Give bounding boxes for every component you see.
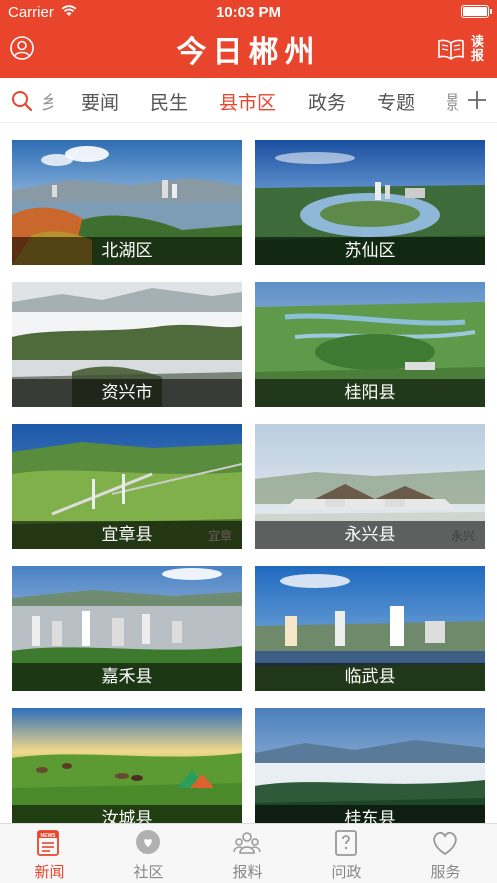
clock: 10:03 PM [215,4,282,21]
region-grid: 北湖区 苏仙区 资兴市 桂阳县 宜章县 永兴县 嘉禾县 临武县 汝城县 桂东县 [0,123,497,823]
tab-community[interactable]: 社区 [99,824,198,883]
battery-icon [461,5,492,18]
channel-tab-yaowen[interactable]: 要闻 [81,88,119,115]
channel-tab-partial-right[interactable]: 影 [446,88,458,115]
channel-bar: 乡 要闻 民生 县市区 政务 专题 影 [0,78,497,123]
channel-tab-zhuanti[interactable]: 专题 [377,88,415,115]
tab-label: 社区 [133,863,164,881]
region-caption: 宜章县 [12,521,242,549]
channel-tab-xianshiqu[interactable]: 县市区 [219,88,276,115]
open-book-icon [438,39,464,60]
region-tile-guidong[interactable]: 桂东县 [255,708,485,823]
channel-tab-zhengwu[interactable]: 政务 [308,88,346,115]
region-tile-guiyang[interactable]: 桂阳县 [255,282,485,407]
status-bar: Carrier 10:03 PM [0,0,497,24]
region-caption: 苏仙区 [255,237,485,265]
region-tile-jiahe[interactable]: 嘉禾县 [12,566,242,691]
people-icon [233,832,261,854]
app-header: Carrier 10:03 PM 今日郴州 读报 [0,0,497,78]
region-tile-suxian[interactable]: 苏仙区 [255,140,485,265]
region-caption: 桂阳县 [255,379,485,407]
region-tile-beihu[interactable]: 北湖区 [12,140,242,265]
tab-label: 问政 [331,863,362,881]
read-label: 读报 [471,35,485,64]
region-caption: 临武县 [255,663,485,691]
region-tile-yongxing[interactable]: 永兴 永兴县 [255,424,485,549]
tab-news[interactable]: NEWS 新闻 [0,824,99,883]
region-tile-rucheng[interactable]: 汝城县 [12,708,242,823]
region-caption: 永兴县 [255,521,485,549]
region-caption: 北湖区 [12,237,242,265]
read-newspaper-button[interactable]: 读报 [437,36,487,64]
region-caption: 桂东县 [255,805,485,823]
region-caption: 嘉禾县 [12,663,242,691]
add-channel-icon[interactable] [467,90,487,110]
tab-label: 新闻 [34,863,65,881]
chat-bubble-icon [136,830,160,854]
heart-icon [433,831,457,856]
region-tile-yizhang[interactable]: 宜章 宜章县 [12,424,242,549]
app-title: 今日郴州 [176,35,321,70]
tab-politics-qa[interactable]: 问政 [297,824,396,883]
tab-report[interactable]: 报料 [198,824,297,883]
tab-label: 报料 [232,863,263,881]
app-screen: Carrier 10:03 PM 今日郴州 读报 乡 要闻 民生 县市区 政务 … [0,0,497,883]
channel-tab-minsheng[interactable]: 民生 [150,88,188,115]
region-caption: 汝城县 [12,805,242,823]
news-icon: NEWS [37,830,59,856]
region-caption: 资兴市 [12,379,242,407]
question-doc-icon [335,830,357,856]
search-icon[interactable] [11,90,33,112]
tab-label: 服务 [430,863,461,881]
tab-services[interactable]: 服务 [396,824,495,883]
region-tile-zixing[interactable]: 资兴市 [12,282,242,407]
channel-tab-partial-left[interactable]: 乡 [41,88,53,115]
news-badge: NEWS [41,833,57,839]
bottom-tab-bar: NEWS 新闻 社区 报料 问政 服务 [0,823,497,883]
region-tile-linwu[interactable]: 临武县 [255,566,485,691]
